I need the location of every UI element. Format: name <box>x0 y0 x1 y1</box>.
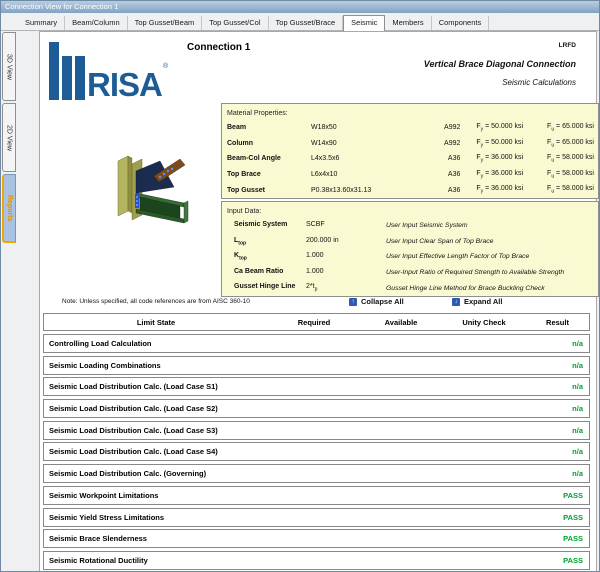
top-tab-strip: Summary Beam/Column Top Gusset/Beam Top … <box>1 13 599 31</box>
side-tab-strip: 3D View 2D View Reports <box>2 32 16 245</box>
col-unity-check: Unity Check <box>442 318 526 327</box>
result-value: n/a <box>572 404 589 413</box>
window-title: Connection View for Connection 1 <box>5 2 118 11</box>
side-tab-3d-view[interactable]: 3D View <box>2 32 16 101</box>
page-title: Connection 1 <box>187 42 250 53</box>
result-value: n/a <box>572 361 589 370</box>
side-tab-reports[interactable]: Reports <box>2 174 16 243</box>
material-row-column: Column W14x90 A992 Fy = 50.000 ksi Fu = … <box>227 136 594 152</box>
tab-top-gusset-beam[interactable]: Top Gusset/Beam <box>128 16 203 31</box>
input-row-gusset-hinge-line: Gusset Hinge Line 2*tp Gusset Hinge Line… <box>227 280 594 296</box>
limit-state-row[interactable]: Seismic Workpoint Limitations PASS <box>43 486 590 505</box>
input-row-ca-beam-ratio: Ca Beam Ratio 1.000 User-Input Ratio of … <box>227 265 594 281</box>
col-result: Result <box>526 318 589 327</box>
result-value: PASS <box>563 513 589 522</box>
design-code-label: LRFD <box>559 42 576 49</box>
connection-type-subtitle: Vertical Brace Diagonal Connection <box>424 59 576 69</box>
material-row-top-gusset: Top Gusset P0.38x13.60x31.13 A36 Fy = 36… <box>227 182 594 198</box>
tab-members[interactable]: Members <box>385 16 431 31</box>
collapse-all-icon: ↑ <box>349 298 357 306</box>
limit-state-row[interactable]: Seismic Load Distribution Calc. (Load Ca… <box>43 442 590 461</box>
note-toolbar-row: Note: Unless specified, all code referen… <box>40 297 596 309</box>
svg-text:®: ® <box>163 62 169 70</box>
side-tab-2d-view[interactable]: 2D View <box>2 103 16 172</box>
results-table-header: Limit State Required Available Unity Che… <box>43 313 590 331</box>
results-table-body: Controlling Load Calculation n/a Seismic… <box>43 334 590 572</box>
connection-view-window: Connection View for Connection 1 Summary… <box>0 0 600 572</box>
result-value: PASS <box>563 534 589 543</box>
limit-state-row[interactable]: Seismic Load Distribution Calc. (Load Ca… <box>43 421 590 440</box>
result-value: n/a <box>572 382 589 391</box>
input-row-k-top: Ktop 1.000 User Input Effective Length F… <box>227 249 594 265</box>
limit-state-row[interactable]: Seismic Yield Stress Limitations PASS <box>43 508 590 527</box>
material-row-beam: Beam W18x50 A992 Fy = 50.000 ksi Fu = 65… <box>227 120 594 136</box>
window-titlebar[interactable]: Connection View for Connection 1 <box>1 1 599 13</box>
result-value: PASS <box>563 491 589 500</box>
tab-top-gusset-brace[interactable]: Top Gusset/Brace <box>269 16 344 31</box>
limit-state-row[interactable]: Seismic Loading Combinations n/a <box>43 356 590 375</box>
result-value: n/a <box>572 447 589 456</box>
expand-all-button[interactable]: ↓ Expand All <box>452 297 502 306</box>
material-properties-heading: Material Properties: <box>227 107 594 120</box>
limit-state-row[interactable]: Seismic Brace Slenderness PASS <box>43 529 590 548</box>
input-data-heading: Input Data: <box>227 205 594 218</box>
tab-top-gusset-col[interactable]: Top Gusset/Col <box>202 16 268 31</box>
collapse-all-button[interactable]: ↑ Collapse All <box>349 297 404 306</box>
col-limit-state: Limit State <box>44 318 268 327</box>
result-value: n/a <box>572 469 589 478</box>
connection-3d-model <box>110 149 190 244</box>
col-available: Available <box>360 318 442 327</box>
limit-state-row[interactable]: Seismic Rotational Ductility PASS <box>43 551 590 570</box>
code-reference-note: Note: Unless specified, all code referen… <box>62 298 250 305</box>
limit-state-row[interactable]: Seismic Load Distribution Calc. (Load Ca… <box>43 399 590 418</box>
expand-all-icon: ↓ <box>452 298 460 306</box>
input-row-l-top: Ltop 200.000 in User Input Clear Span of… <box>227 234 594 250</box>
report-page: RISA ® Connection 1 LRFD Vertical Brace … <box>39 31 597 571</box>
result-value: n/a <box>572 426 589 435</box>
input-data-panel: Input Data: Seismic System SCBF User Inp… <box>221 201 599 297</box>
svg-text:RISA: RISA <box>87 66 162 100</box>
tab-summary[interactable]: Summary <box>18 16 65 31</box>
result-value: PASS <box>563 556 589 565</box>
limit-state-row[interactable]: Controlling Load Calculation n/a <box>43 334 590 353</box>
tab-beam-column[interactable]: Beam/Column <box>65 16 128 31</box>
tab-seismic[interactable]: Seismic <box>343 15 385 32</box>
limit-state-row[interactable]: Seismic Load Distribution Calc. (Load Ca… <box>43 377 590 396</box>
calc-type-subtitle: Seismic Calculations <box>502 78 576 87</box>
col-required: Required <box>268 318 360 327</box>
tab-components[interactable]: Components <box>432 16 490 31</box>
input-row-seismic-system: Seismic System SCBF User Input Seismic S… <box>227 218 594 234</box>
limit-state-row[interactable]: Seismic Load Distribution Calc. (Governi… <box>43 464 590 483</box>
material-properties-panel: Material Properties: Beam W18x50 A992 Fy… <box>221 103 599 199</box>
material-row-top-brace: Top Brace L6x4x10 A36 Fy = 36.000 ksi Fu… <box>227 167 594 183</box>
result-value: n/a <box>572 339 589 348</box>
material-row-beam-col-angle: Beam-Col Angle L4x3.5x6 A36 Fy = 36.000 … <box>227 151 594 167</box>
risa-logo: RISA ® <box>49 42 174 100</box>
